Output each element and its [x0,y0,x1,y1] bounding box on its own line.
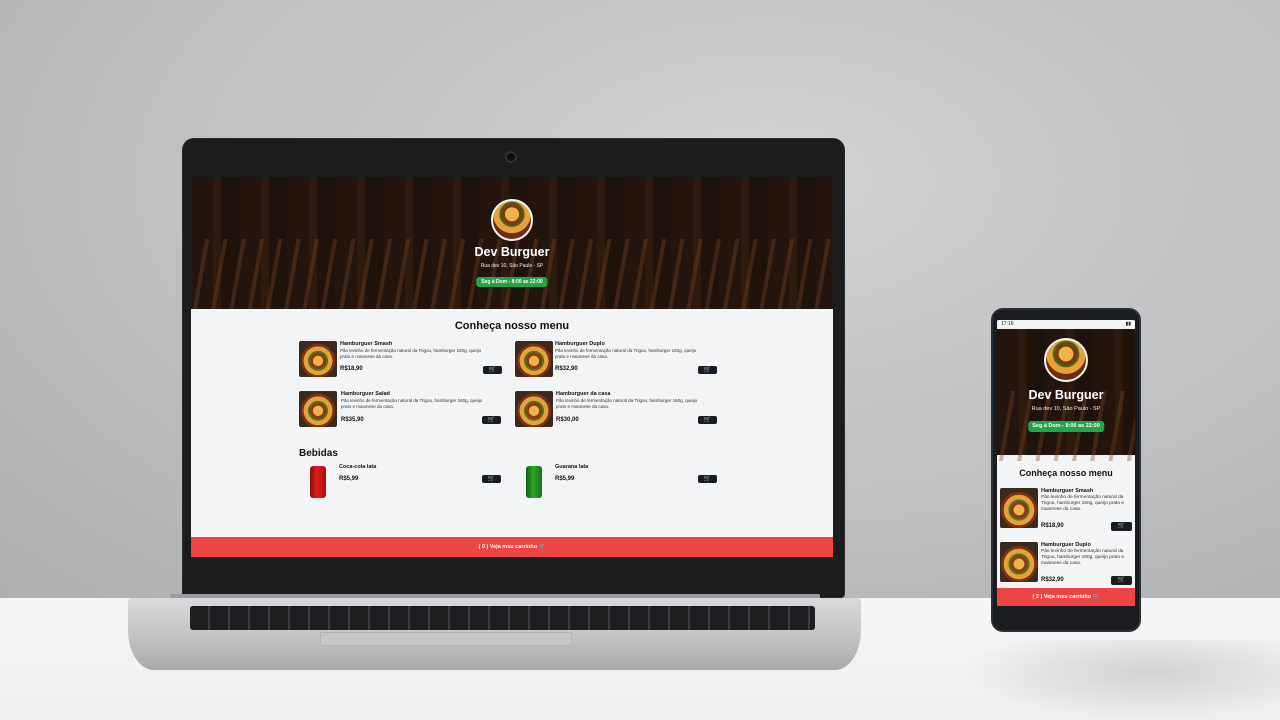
restaurant-address: Rua dev 10, São Paulo - SP [480,263,544,269]
item-price: R$18,90 [340,366,363,372]
plant-shadow [960,640,1280,720]
item-name: Hamburguer Smash [340,341,393,347]
item-name: Hamburguer Salad [341,391,390,397]
burger-photo [299,391,337,427]
burger-photo [1000,542,1038,582]
item-description: Pão levinho de fermentação natural da Tr… [1041,549,1125,566]
item-description: Pão levinho de fermentação natural da Tr… [555,348,697,359]
coca-cola-can-image [310,466,326,498]
item-description: Pão levinho de fermentação natural da Tr… [1041,495,1125,512]
burger-photo [515,391,553,427]
burger-logo-icon [491,199,533,241]
hero-banner: Dev Burguer Rua dev 10, São Paulo - SP S… [191,177,833,309]
item-name: Hamburguer Smash [1041,488,1094,494]
phone-screen: 17:16 ▮▮ Dev Burguer Rua dev 10, São Pau… [997,320,1135,606]
opening-hours-badge: Seg á Dom - 8:00 as 22:00 [476,277,548,287]
guarana-can-image [526,466,542,498]
item-price: R$30,00 [556,417,579,423]
phone-status-bar: 17:16 ▮▮ [997,320,1135,329]
item-description: Pão levinho de fermentação natural da Tr… [340,348,482,359]
view-cart-button[interactable]: ( 2 ) Veja meu carrinho 🛒 [997,588,1135,606]
add-to-cart-button[interactable]: 🛒 [483,366,502,374]
laptop-touchpad [320,632,572,646]
webcam-icon [505,151,517,163]
burger-photo [1000,488,1038,528]
add-to-cart-button[interactable]: 🛒 [1111,576,1132,585]
laptop-screen: Dev Burguer Rua dev 10, São Paulo - SP S… [191,177,833,557]
add-to-cart-button[interactable]: 🛒 [1111,522,1132,531]
item-name: Hamburguer da casa [556,391,611,397]
add-to-cart-button[interactable]: 🛒 [482,416,501,424]
menu-item: Hamburguer Smash Pão levinho de fermenta… [1000,488,1134,534]
burger-photo [515,341,553,377]
add-to-cart-button[interactable]: 🛒 [698,475,717,483]
item-price: R$32,90 [555,366,578,372]
hero-banner: Dev Burguer Rua dev 10, São Paulo - SP S… [997,329,1135,461]
add-to-cart-button[interactable]: 🛒 [698,416,717,424]
menu-heading: Conheça nosso menu [1019,468,1113,478]
cart-icon: 🛒 [538,544,546,550]
restaurant-name: Dev Burguer [1028,388,1104,402]
item-name: Hamburguer Duplo [1041,542,1091,548]
menu-heading: Conheça nosso menu [454,320,570,332]
drink-item: Guarana lata R$5,99 🛒 [515,464,725,500]
add-to-cart-button[interactable]: 🛒 [482,475,501,483]
restaurant-address: Rua dev 10, São Paulo - SP [1031,406,1101,412]
item-price: R$5,99 [339,476,359,482]
menu-item: Hamburguer Salad Pão levinho de fermenta… [299,391,509,429]
restaurant-name: Dev Burguer [474,245,550,259]
item-name: Guarana lata [555,464,589,470]
item-price: R$35,90 [341,417,364,423]
opening-hours-badge: Seg á Dom - 8:00 as 22:00 [1028,421,1104,432]
item-name: Hamburguer Duplo [555,341,605,347]
laptop-keyboard [190,606,815,630]
cart-icon: 🛒 [1092,594,1100,600]
cart-bar-label: ( 0 ) Veja meu carrinho [478,544,538,550]
item-price: R$5,99 [555,476,575,482]
cart-bar-label: ( 2 ) Veja meu carrinho [1032,594,1092,600]
item-price: R$32,90 [1041,577,1064,583]
menu-item: Hamburguer Duplo Pão levinho de fermenta… [1000,542,1134,588]
battery-icon: ▮▮ [1125,321,1131,327]
status-time: 17:16 [1001,321,1014,327]
menu-item: Hamburguer Duplo Pão levinho de fermenta… [515,341,725,379]
add-to-cart-button[interactable]: 🛒 [698,366,717,374]
item-description: Pão levinho de fermentação natural da Tr… [341,398,483,409]
burger-photo [299,341,337,377]
drink-item: Coca-cola lata R$5,99 🛒 [299,464,509,500]
menu-item: Hamburguer Smash Pão levinho de fermenta… [299,341,509,379]
item-name: Coca-cola lata [339,464,377,470]
burger-logo-icon [1044,338,1088,382]
menu-item: Hamburguer da casa Pão levinho de fermen… [515,391,725,429]
drinks-heading: Bebidas [299,448,338,459]
item-description: Pão levinho de fermentação natural da Tr… [556,398,698,409]
view-cart-button[interactable]: ( 0 ) Veja meu carrinho 🛒 [191,537,833,557]
item-price: R$18,90 [1041,523,1064,529]
